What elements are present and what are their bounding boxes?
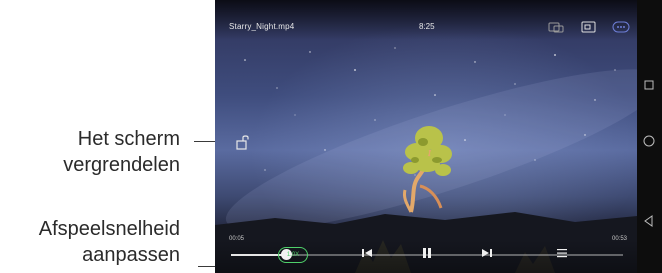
speed-callout-line2: aanpassen <box>82 244 180 266</box>
player-top-bar <box>215 0 637 40</box>
video-player-screen[interactable]: Starry_Night.mp4 8:25 00:05 00:53 1.0X <box>215 0 637 273</box>
playlist-icon[interactable] <box>555 246 569 265</box>
screen-record-icon[interactable] <box>548 20 564 38</box>
pause-icon[interactable] <box>420 246 434 265</box>
lock-callout-line1: Het scherm <box>77 128 180 150</box>
unlock-icon[interactable] <box>236 134 250 155</box>
lock-screen-callout: Het scherm vergrendelen <box>63 126 180 178</box>
speed-callout-line1: Afspeelsnelheid <box>38 218 180 240</box>
file-name: Starry_Night.mp4 <box>229 22 295 31</box>
playback-speed-callout: Afspeelsnelheid aanpassen <box>39 216 180 268</box>
status-clock: 8:25 <box>419 22 435 31</box>
next-icon[interactable] <box>480 246 494 265</box>
system-navigation-bar <box>637 0 662 273</box>
recent-apps-icon[interactable] <box>642 78 656 97</box>
video-frame <box>215 47 637 273</box>
home-icon[interactable] <box>642 134 656 153</box>
back-icon[interactable] <box>642 214 656 233</box>
more-icon[interactable] <box>612 20 630 38</box>
playback-speed-button[interactable]: 1.0X <box>278 247 308 263</box>
picture-in-picture-icon[interactable] <box>581 20 597 38</box>
lock-callout-line2: vergrendelen <box>63 154 180 176</box>
previous-icon[interactable] <box>360 246 374 265</box>
